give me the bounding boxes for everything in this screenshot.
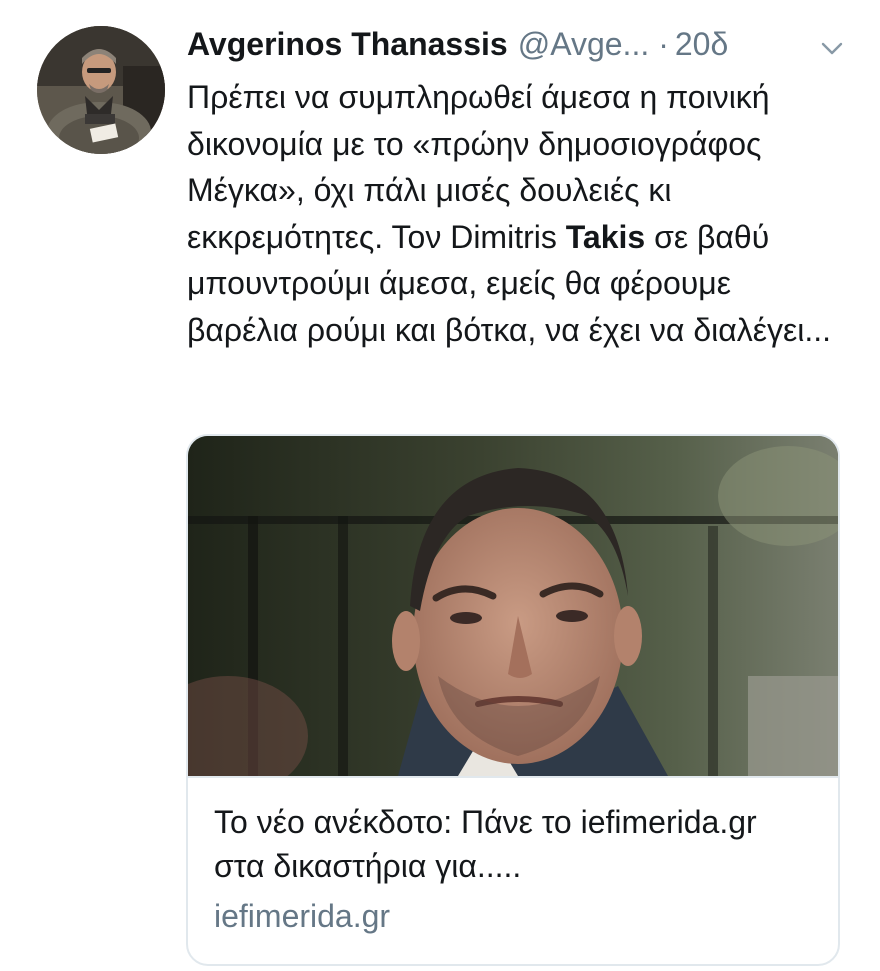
separator-dot: · (658, 25, 669, 62)
author-handle[interactable]: @Avge... (518, 26, 650, 63)
chevron-down-icon[interactable] (819, 32, 845, 58)
tweet-text: Πρέπει να συμπληρωθεί άμεσα η ποινική δι… (187, 74, 847, 353)
link-preview-photo (188, 436, 838, 776)
timestamp[interactable]: 20δ (675, 26, 728, 63)
mention-takis: Takis (565, 218, 646, 255)
link-preview-title[interactable]: Το νέο ανέκδοτο: Πάνε το iefimerida.gr σ… (214, 800, 814, 888)
link-preview-domain[interactable]: iefimerida.gr (214, 894, 390, 938)
avatar-photo (37, 26, 165, 154)
author-name[interactable]: Avgerinos Thanassis (187, 26, 508, 63)
link-preview-card[interactable]: Το νέο ανέκδοτο: Πάνε το iefimerida.gr σ… (186, 434, 840, 966)
link-preview-body: Το νέο ανέκδοτο: Πάνε το iefimerida.gr σ… (188, 776, 838, 964)
tweet-header: Avgerinos Thanassis @Avge... · 20δ (187, 22, 857, 66)
author-avatar[interactable] (37, 26, 165, 154)
